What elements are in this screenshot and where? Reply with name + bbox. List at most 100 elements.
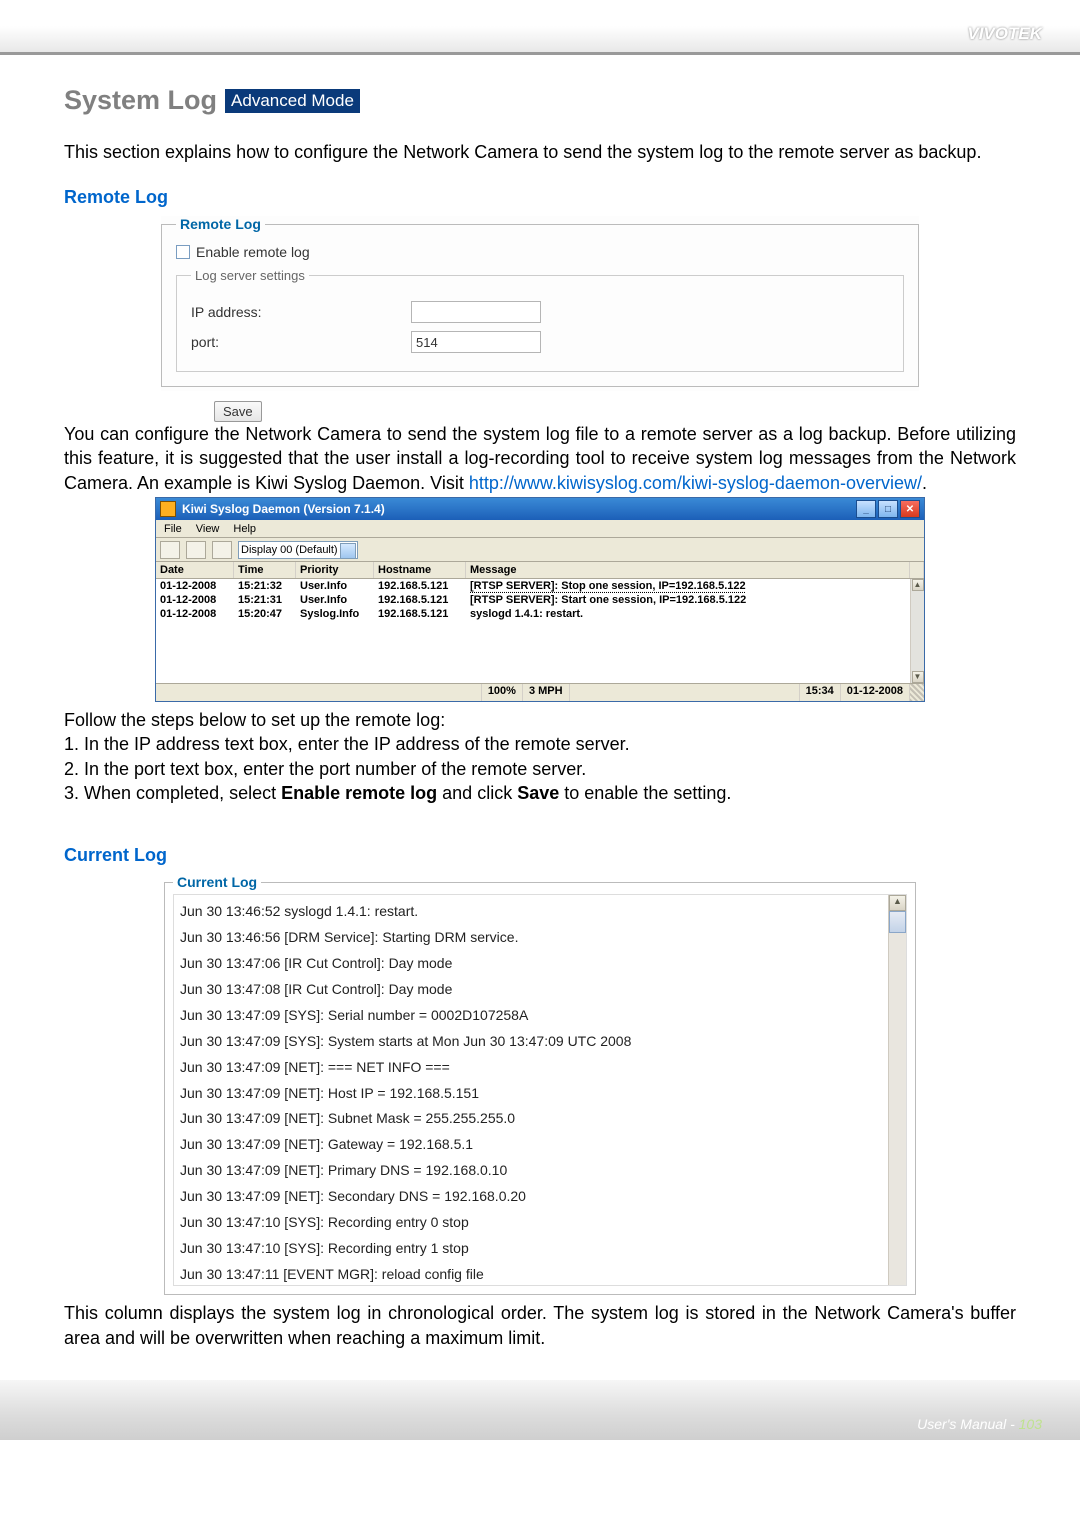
log-line: Jun 30 13:47:09 [NET]: Host IP = 192.168… <box>180 1081 900 1107</box>
maximize-button[interactable]: □ <box>878 500 898 518</box>
page-title: System Log <box>64 85 217 116</box>
col-priority[interactable]: Priority <box>296 562 374 578</box>
current-log-legend: Current Log <box>173 874 261 890</box>
menu-help[interactable]: Help <box>233 523 256 535</box>
log-vertical-scrollbar[interactable]: ▲ <box>888 895 906 1285</box>
log-server-settings-legend: Log server settings <box>191 268 309 283</box>
log-line: Jun 30 13:47:11 [EVENT MGR]: reload conf… <box>180 1262 900 1287</box>
remote-log-heading: Remote Log <box>64 187 1016 208</box>
status-percent: 100% <box>482 684 523 701</box>
log-line: Jun 30 13:47:06 [IR Cut Control]: Day mo… <box>180 951 900 977</box>
log-line: Jun 30 13:47:09 [NET]: Subnet Mask = 255… <box>180 1106 900 1132</box>
kiwi-title-bar: Kiwi Syslog Daemon (Version 7.1.4) _ □ ✕ <box>156 498 924 520</box>
save-button[interactable]: Save <box>214 401 262 422</box>
top-bar: VIVOTEK <box>0 0 1080 52</box>
step-3: 3. When completed, select Enable remote … <box>64 781 1016 805</box>
step-2: 2. In the port text box, enter the port … <box>64 757 1016 781</box>
close-button[interactable]: ✕ <box>900 500 920 518</box>
kiwi-title-text: Kiwi Syslog Daemon (Version 7.1.4) <box>182 502 854 516</box>
remote-log-panel: Remote Log Enable remote log Log server … <box>161 216 919 391</box>
kiwi-menu-bar: File View Help <box>156 520 924 538</box>
page-footer: User's Manual - 103 <box>0 1380 1080 1440</box>
log-line: Jun 30 13:47:09 [NET]: === NET INFO === <box>180 1055 900 1081</box>
cell-time: 15:20:47 <box>234 607 296 621</box>
table-row[interactable]: 01-12-2008 15:20:47 Syslog.Info 192.168.… <box>156 607 924 621</box>
cell-hostname: 192.168.5.121 <box>374 593 466 607</box>
cell-priority: Syslog.Info <box>296 607 374 621</box>
status-time: 15:34 <box>800 684 841 701</box>
scroll-down-icon[interactable]: ▼ <box>912 671 924 683</box>
steps-block: Follow the steps below to set up the rem… <box>64 708 1016 805</box>
status-mph: 3 MPH <box>523 684 570 701</box>
log-line: Jun 30 13:47:10 [SYS]: Recording entry 0… <box>180 1210 900 1236</box>
steps-intro: Follow the steps below to set up the rem… <box>64 708 1016 732</box>
kiwi-link[interactable]: http://www.kiwisyslog.com/kiwi-syslog-da… <box>469 473 922 493</box>
scroll-up-icon[interactable]: ▲ <box>912 579 924 591</box>
log-line: Jun 30 13:47:10 [SYS]: Recording entry 1… <box>180 1236 900 1262</box>
footer-page-number: 103 <box>1019 1416 1042 1432</box>
step-1: 1. In the IP address text box, enter the… <box>64 732 1016 756</box>
cell-time: 15:21:31 <box>234 593 296 607</box>
cell-date: 01-12-2008 <box>156 607 234 621</box>
kiwi-window: Kiwi Syslog Daemon (Version 7.1.4) _ □ ✕… <box>155 497 925 702</box>
scroll-thumb[interactable] <box>889 911 906 933</box>
cell-hostname: 192.168.5.121 <box>374 579 466 593</box>
footer-label: User's Manual - <box>917 1416 1018 1432</box>
current-log-box[interactable]: Jun 30 13:46:52 syslogd 1.4.1: restart. … <box>173 894 907 1286</box>
table-row[interactable]: 01-12-2008 15:21:32 User.Info 192.168.5.… <box>156 579 924 593</box>
kiwi-toolbar: Display 00 (Default) <box>156 538 924 562</box>
intro-paragraph: This section explains how to configure t… <box>64 140 1016 165</box>
current-log-heading: Current Log <box>64 845 1016 866</box>
log-line: Jun 30 13:47:09 [SYS]: System starts at … <box>180 1029 900 1055</box>
cell-hostname: 192.168.5.121 <box>374 607 466 621</box>
resize-grip-icon[interactable] <box>910 684 924 701</box>
menu-view[interactable]: View <box>196 523 220 535</box>
kiwi-status-bar: 100% 3 MPH 15:34 01-12-2008 <box>156 683 924 701</box>
page-content: System Log Advanced Mode This section ex… <box>0 55 1080 1370</box>
minimize-button[interactable]: _ <box>856 500 876 518</box>
cell-priority: User.Info <box>296 593 374 607</box>
log-line: Jun 30 13:46:56 [DRM Service]: Starting … <box>180 925 900 951</box>
log-line: Jun 30 13:46:52 syslogd 1.4.1: restart. <box>180 899 900 925</box>
port-label: port: <box>191 334 411 350</box>
enable-remote-log-checkbox[interactable] <box>176 245 190 259</box>
advanced-mode-badge: Advanced Mode <box>225 89 360 113</box>
cell-message: [RTSP SERVER]: Stop one session, IP=192.… <box>466 579 910 593</box>
col-time[interactable]: Time <box>234 562 296 578</box>
kiwi-vertical-scrollbar[interactable]: ▲ ▼ <box>910 579 924 683</box>
menu-file[interactable]: File <box>164 523 182 535</box>
current-log-panel: Current Log Jun 30 13:46:52 syslogd 1.4.… <box>164 874 916 1295</box>
kiwi-log-table: Date Time Priority Hostname Message 01-1… <box>156 562 924 683</box>
cell-message: syslogd 1.4.1: restart. <box>466 607 910 621</box>
toolbar-icon-1[interactable] <box>160 541 180 559</box>
enable-remote-log-label: Enable remote log <box>196 244 310 260</box>
scroll-up-icon[interactable]: ▲ <box>889 895 906 911</box>
ip-address-label: IP address: <box>191 304 411 320</box>
ip-address-input[interactable] <box>411 301 541 323</box>
cell-time: 15:21:32 <box>234 579 296 593</box>
explain-text-b: . <box>922 473 927 493</box>
brand-label: VIVOTEK <box>967 24 1042 44</box>
col-hostname[interactable]: Hostname <box>374 562 466 578</box>
cell-date: 01-12-2008 <box>156 593 234 607</box>
cell-priority: User.Info <box>296 579 374 593</box>
log-line: Jun 30 13:47:09 [SYS]: Serial number = 0… <box>180 1003 900 1029</box>
remote-log-explain: You can configure the Network Camera to … <box>64 422 1016 495</box>
current-log-explain: This column displays the system log in c… <box>64 1301 1016 1350</box>
col-message[interactable]: Message <box>466 562 910 578</box>
remote-log-legend: Remote Log <box>176 216 265 232</box>
log-line: Jun 30 13:47:08 [IR Cut Control]: Day mo… <box>180 977 900 1003</box>
toolbar-icon-3[interactable] <box>212 541 232 559</box>
log-line: Jun 30 13:47:09 [NET]: Gateway = 192.168… <box>180 1132 900 1158</box>
col-date[interactable]: Date <box>156 562 234 578</box>
table-row[interactable]: 01-12-2008 15:21:31 User.Info 192.168.5.… <box>156 593 924 607</box>
cell-date: 01-12-2008 <box>156 579 234 593</box>
port-input[interactable]: 514 <box>411 331 541 353</box>
toolbar-icon-2[interactable] <box>186 541 206 559</box>
kiwi-app-icon <box>160 501 176 517</box>
status-date: 01-12-2008 <box>841 684 910 701</box>
log-lines: Jun 30 13:46:52 syslogd 1.4.1: restart. … <box>174 895 906 1286</box>
display-select-value: Display 00 (Default) <box>241 544 338 556</box>
log-line: Jun 30 13:47:09 [NET]: Primary DNS = 192… <box>180 1158 900 1184</box>
display-select[interactable]: Display 00 (Default) <box>238 541 358 559</box>
